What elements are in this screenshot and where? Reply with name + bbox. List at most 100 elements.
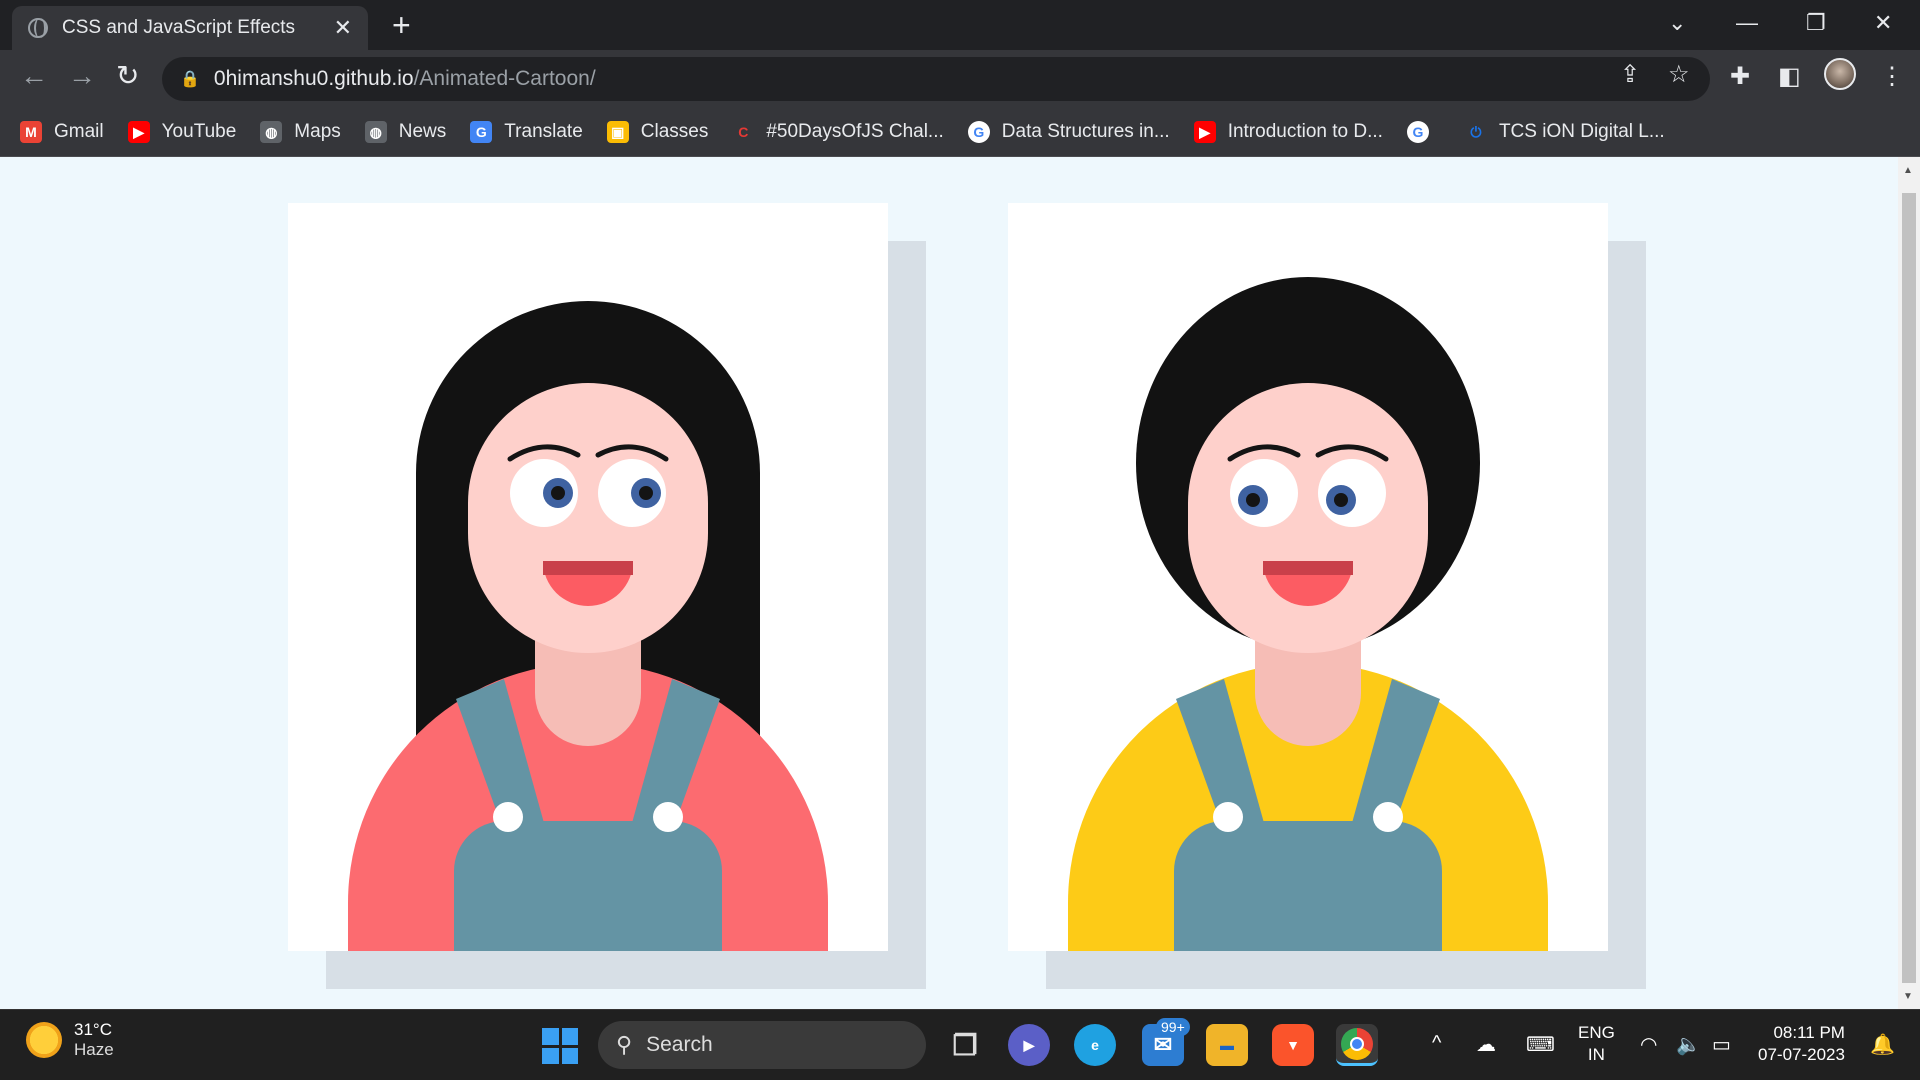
bookmark-label: Gmail — [54, 121, 104, 142]
bookmarks-bar: M Gmail ▶ YouTube ◍ Maps ◍ News G Translate ▣ Class… — [0, 108, 1920, 157]
mouth-teeth-shade — [1263, 561, 1353, 575]
bookmark-label: Data Structures in... — [1001, 121, 1170, 142]
scroll-thumb[interactable] — [1902, 193, 1916, 983]
clock[interactable]: 08:11 PM 07-07-2023 — [1758, 1022, 1845, 1066]
gmail-icon: M — [20, 121, 42, 143]
onedrive-icon[interactable]: ☁ — [1476, 1032, 1496, 1057]
classroom-icon: ▣ — [606, 121, 629, 143]
tab-search-icon[interactable]: ⌄ — [1668, 10, 1686, 36]
power-icon: ⏻ — [1470, 123, 1482, 140]
menu-icon[interactable]: ⋮ — [1880, 62, 1904, 91]
cartoon-card-girl — [288, 203, 888, 951]
wifi-icon[interactable]: ◠ — [1640, 1032, 1657, 1057]
bookmark-item[interactable]: ⏻ TCS iON Digital L... — [1465, 121, 1664, 143]
extensions-icon[interactable]: ✚ — [1730, 62, 1750, 91]
share-icon[interactable]: ⇪ — [1620, 60, 1640, 89]
pupil-left — [1246, 493, 1260, 507]
mail-badge: 99+ — [1156, 1018, 1190, 1036]
c-icon: C — [738, 124, 749, 140]
minimize-button[interactable]: — — [1736, 10, 1758, 36]
cartoon-girl-figure — [348, 301, 828, 951]
show-hidden-icons[interactable]: ^ — [1432, 1032, 1441, 1055]
youtube-icon: ▶ — [127, 121, 150, 143]
bookmark-label: Maps — [294, 121, 341, 142]
pupil-right — [1334, 493, 1348, 507]
scroll-up-arrow[interactable]: ▲ — [1903, 165, 1913, 176]
bookmark-item[interactable]: ▶ Introduction to D... — [1193, 121, 1383, 143]
bookmark-item[interactable]: G Data Structures in... — [967, 121, 1170, 143]
url-path: /Animated-Cartoon/ — [413, 67, 596, 90]
restore-button[interactable]: ❐ — [1806, 10, 1826, 36]
pupil-left — [551, 486, 565, 500]
overalls-bib — [454, 821, 722, 951]
new-tab-button[interactable]: + — [392, 9, 411, 41]
weather-widget[interactable]: 31°C Haze — [26, 1020, 114, 1060]
bookmark-item[interactable]: ◍ News — [364, 121, 447, 143]
notifications-icon[interactable]: 🔔 — [1870, 1032, 1895, 1057]
lang-line2: IN — [1587, 1045, 1605, 1064]
mouth-teeth-shade — [543, 561, 633, 575]
lang-line1: ENG — [1578, 1023, 1615, 1042]
search-icon: ⚲ — [616, 1032, 633, 1057]
side-panel-icon[interactable]: ◧ — [1778, 62, 1801, 91]
clock-date: 07-07-2023 — [1758, 1045, 1845, 1064]
overall-button-right — [1373, 802, 1403, 832]
file-explorer-icon[interactable]: ▬ — [1206, 1024, 1248, 1066]
scroll-down-arrow[interactable]: ▼ — [1903, 991, 1913, 1002]
cartoon-card-boy — [1008, 203, 1608, 951]
close-tab-icon[interactable]: ✕ — [334, 15, 352, 41]
search-label: Search — [646, 1033, 713, 1056]
volume-icon[interactable]: 🔈 — [1676, 1032, 1701, 1057]
weather-condition: Haze — [74, 1040, 114, 1059]
tab-title: CSS and JavaScript Effects — [62, 17, 296, 38]
bookmark-item[interactable]: ▣ Classes — [606, 121, 709, 143]
bookmark-item[interactable]: G Translate — [470, 121, 583, 143]
battery-icon[interactable]: ▭ — [1712, 1032, 1731, 1057]
bookmark-label: News — [398, 121, 447, 142]
bookmark-label: YouTube — [161, 121, 237, 142]
task-view-icon[interactable]: ❐ — [944, 1024, 986, 1066]
close-window-button[interactable]: ✕ — [1874, 10, 1892, 36]
lock-icon: 🔒 — [180, 71, 200, 88]
profile-avatar[interactable] — [1824, 58, 1856, 90]
teams-icon[interactable]: ▶ — [1008, 1024, 1050, 1066]
windows-taskbar: 31°C Haze ⚲ Search ❐ ▶ e ✉ 99+ ▬ ▼ ^ ☁ ⌨… — [0, 1009, 1920, 1080]
bookmark-item[interactable]: M Gmail — [20, 121, 104, 143]
browser-tab[interactable]: CSS and JavaScript Effects ✕ — [12, 6, 368, 50]
language-indicator[interactable]: ENG IN — [1578, 1022, 1615, 1066]
tab-strip: CSS and JavaScript Effects ✕ + ⌄ — ❐ ✕ — [0, 0, 1920, 50]
forward-button[interactable]: → — [68, 62, 96, 90]
taskbar-search[interactable]: ⚲ Search — [598, 1021, 926, 1069]
page-scrollbar[interactable]: ▲ ▼ — [1898, 157, 1920, 1009]
edge-icon[interactable]: e — [1074, 1024, 1116, 1066]
bookmark-item[interactable]: G — [1406, 121, 1441, 143]
overall-button-left — [493, 802, 523, 832]
keyboard-icon[interactable]: ⌨ — [1526, 1032, 1555, 1057]
address-bar[interactable]: 🔒 0himanshu0.github.io/Animated-Cartoon/ — [162, 57, 1710, 101]
bookmark-label: Introduction to D... — [1227, 121, 1383, 142]
windows-start-icon[interactable] — [542, 1028, 578, 1064]
face — [1188, 383, 1428, 653]
youtube-icon: ▶ — [1193, 121, 1216, 143]
translate-icon: G — [470, 121, 493, 143]
overall-button-right — [653, 802, 683, 832]
globe-icon: ◍ — [364, 121, 387, 143]
back-button[interactable]: ← — [20, 62, 48, 90]
chrome-icon[interactable] — [1336, 1024, 1378, 1066]
google-icon: G — [967, 121, 990, 143]
temperature: 31°C — [74, 1020, 112, 1039]
weather-sun-icon — [26, 1022, 62, 1058]
browser-toolbar: ← → ↻ 🔒 0himanshu0.github.io/Animated-Ca… — [0, 50, 1920, 108]
bookmark-star-icon[interactable]: ☆ — [1668, 60, 1690, 89]
bookmark-label: Classes — [640, 121, 709, 142]
overalls-bib — [1174, 821, 1442, 951]
clock-time: 08:11 PM — [1773, 1023, 1845, 1042]
brave-icon[interactable]: ▼ — [1272, 1024, 1314, 1066]
bookmark-item[interactable]: C #50DaysOfJS Chal... — [732, 121, 943, 143]
page-viewport — [0, 157, 1898, 1009]
bookmark-item[interactable]: ◍ Maps — [260, 121, 341, 143]
globe-icon: ◍ — [260, 121, 283, 143]
bookmark-item[interactable]: ▶ YouTube — [127, 121, 237, 143]
google-icon: G — [1406, 121, 1429, 143]
reload-button[interactable]: ↻ — [116, 62, 139, 90]
